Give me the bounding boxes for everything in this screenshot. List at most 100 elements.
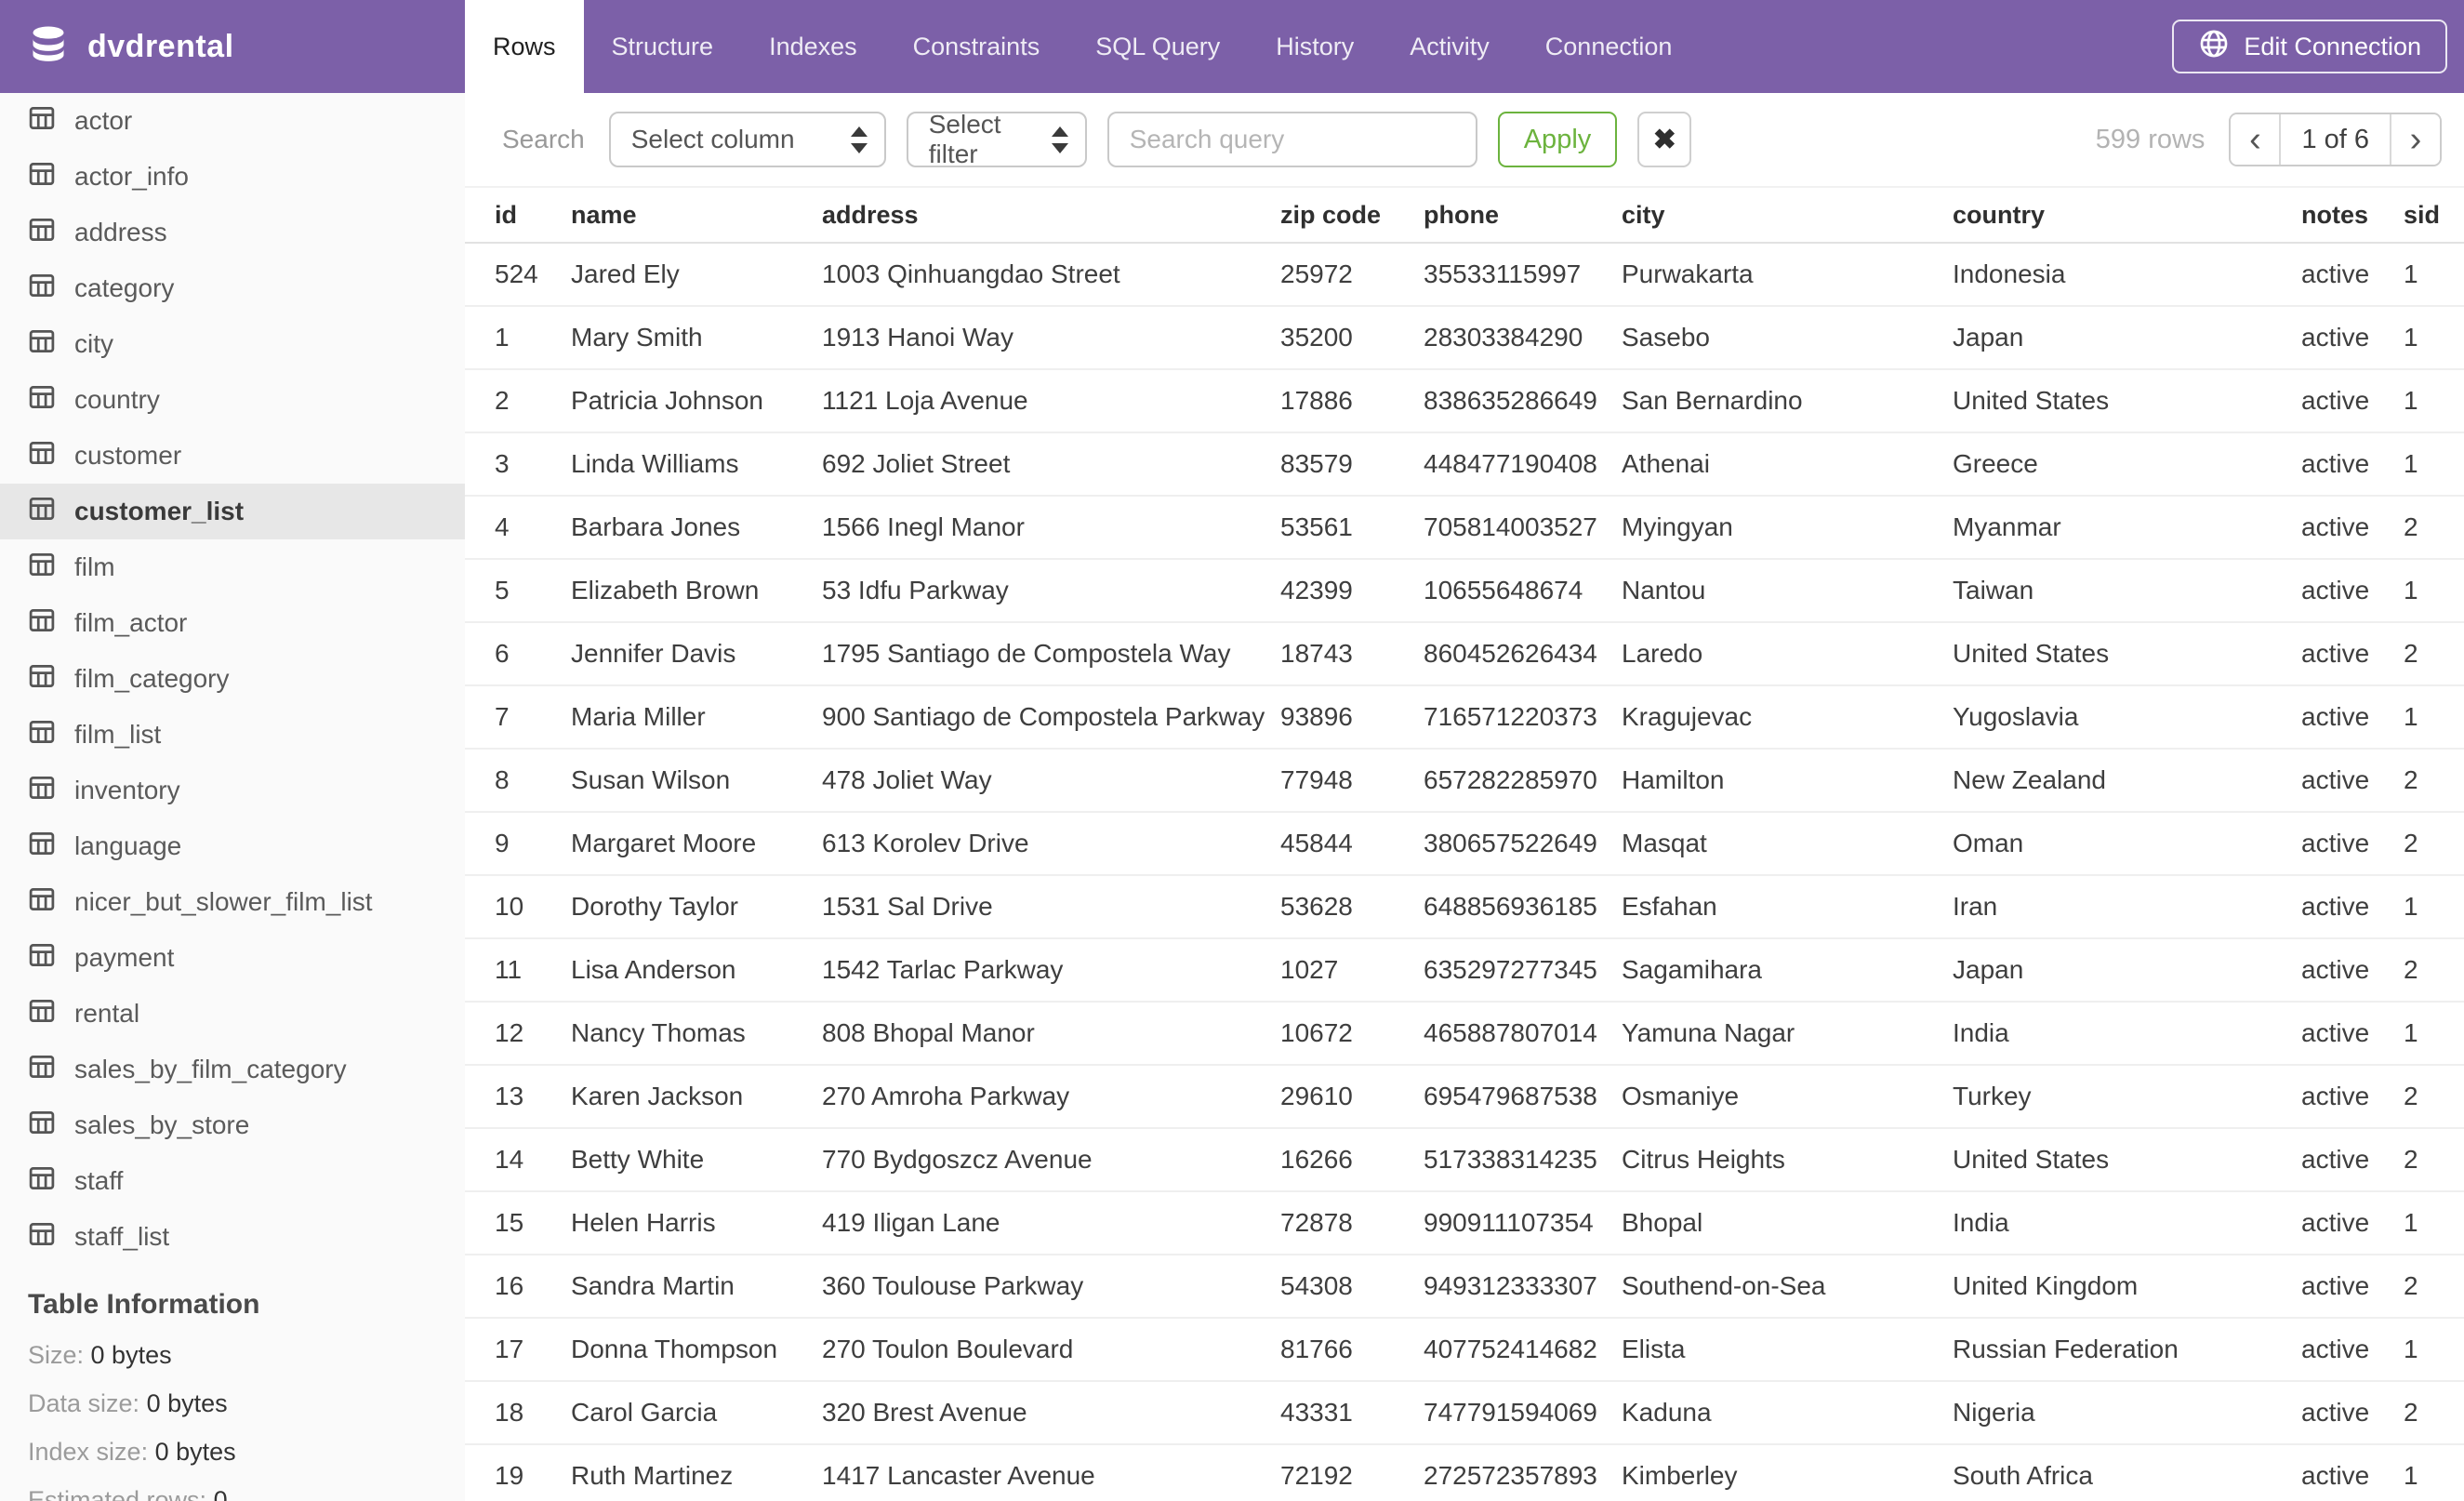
cell-country[interactable]: Iran	[1953, 875, 2301, 939]
table-row[interactable]: 9 Margaret Moore 613 Korolev Drive 45844 380…	[465, 812, 2464, 876]
cell-notes[interactable]: active	[2301, 1002, 2404, 1066]
cell-city[interactable]: Purwakarta	[1622, 243, 1953, 307]
table-row[interactable]: 11 Lisa Anderson 1542 Tarlac Parkway 1027 63…	[465, 938, 2464, 1003]
cell-zip-code[interactable]: 43331	[1280, 1381, 1424, 1445]
cell-name[interactable]: Patricia Johnson	[571, 369, 822, 433]
cell-name[interactable]: Jared Ely	[571, 243, 822, 307]
cell-id[interactable]: 11	[465, 938, 571, 1003]
sidebar-item-rental[interactable]: rental	[0, 986, 465, 1042]
cell-sid[interactable]: 2	[2404, 938, 2464, 1003]
table-row[interactable]: 524 Jared Ely 1003 Qinhuangdao Street 25972…	[465, 243, 2464, 307]
sidebar-item-film-list[interactable]: film_list	[0, 707, 465, 763]
cell-phone[interactable]: 517338314235	[1424, 1128, 1622, 1192]
cell-sid[interactable]: 1	[2404, 432, 2464, 497]
cell-id[interactable]: 7	[465, 685, 571, 750]
cell-phone[interactable]: 838635286649	[1424, 369, 1622, 433]
cell-zip-code[interactable]: 93896	[1280, 685, 1424, 750]
cell-name[interactable]: Sandra Martin	[571, 1255, 822, 1319]
next-page-button[interactable]: ›	[2391, 114, 2440, 165]
previous-page-button[interactable]: ‹	[2231, 114, 2280, 165]
table-row[interactable]: 13 Karen Jackson 270 Amroha Parkway 29610 69…	[465, 1065, 2464, 1129]
cell-phone[interactable]: 695479687538	[1424, 1065, 1622, 1129]
cell-notes[interactable]: active	[2301, 369, 2404, 433]
cell-id[interactable]: 16	[465, 1255, 571, 1319]
cell-address[interactable]: 1566 Inegl Manor	[822, 496, 1280, 560]
cell-id[interactable]: 10	[465, 875, 571, 939]
cell-phone[interactable]: 10655648674	[1424, 559, 1622, 623]
sidebar-item-staff[interactable]: staff	[0, 1153, 465, 1209]
cell-id[interactable]: 15	[465, 1191, 571, 1255]
table-row[interactable]: 15 Helen Harris 419 Iligan Lane 72878 990911…	[465, 1191, 2464, 1255]
cell-city[interactable]: Elista	[1622, 1318, 1953, 1382]
cell-name[interactable]: Lisa Anderson	[571, 938, 822, 1003]
cell-zip-code[interactable]: 16266	[1280, 1128, 1424, 1192]
cell-address[interactable]: 478 Joliet Way	[822, 749, 1280, 813]
cell-zip-code[interactable]: 29610	[1280, 1065, 1424, 1129]
cell-city[interactable]: Laredo	[1622, 622, 1953, 686]
cell-zip-code[interactable]: 17886	[1280, 369, 1424, 433]
table-row[interactable]: 7 Maria Miller 900 Santiago de Compostela …	[465, 685, 2464, 750]
table-row[interactable]: 1 Mary Smith 1913 Hanoi Way 35200 2830338429…	[465, 306, 2464, 370]
cell-address[interactable]: 1795 Santiago de Compostela Way	[822, 622, 1280, 686]
cell-country[interactable]: United Kingdom	[1953, 1255, 2301, 1319]
cell-address[interactable]: 1913 Hanoi Way	[822, 306, 1280, 370]
tab-history[interactable]: History	[1248, 0, 1382, 93]
cell-city[interactable]: Yamuna Nagar	[1622, 1002, 1953, 1066]
cell-name[interactable]: Nancy Thomas	[571, 1002, 822, 1066]
sidebar-item-actor[interactable]: actor	[0, 93, 465, 149]
cell-sid[interactable]: 2	[2404, 1381, 2464, 1445]
cell-notes[interactable]: active	[2301, 1381, 2404, 1445]
cell-address[interactable]: 320 Brest Avenue	[822, 1381, 1280, 1445]
cell-name[interactable]: Carol Garcia	[571, 1381, 822, 1445]
cell-sid[interactable]: 1	[2404, 306, 2464, 370]
tab-rows[interactable]: Rows	[465, 0, 584, 93]
cell-notes[interactable]: active	[2301, 1318, 2404, 1382]
table-row[interactable]: 4 Barbara Jones 1566 Inegl Manor 53561 70581…	[465, 496, 2464, 560]
cell-country[interactable]: Greece	[1953, 432, 2301, 497]
cell-name[interactable]: Barbara Jones	[571, 496, 822, 560]
cell-id[interactable]: 17	[465, 1318, 571, 1382]
cell-name[interactable]: Susan Wilson	[571, 749, 822, 813]
cell-country[interactable]: Taiwan	[1953, 559, 2301, 623]
table-row[interactable]: 12 Nancy Thomas 808 Bhopal Manor 10672 46588…	[465, 1002, 2464, 1066]
cell-zip-code[interactable]: 81766	[1280, 1318, 1424, 1382]
sidebar-item-film-category[interactable]: film_category	[0, 651, 465, 707]
column-header-phone[interactable]: phone	[1424, 186, 1622, 244]
table-row[interactable]: 10 Dorothy Taylor 1531 Sal Drive 53628 64885…	[465, 875, 2464, 939]
apply-button[interactable]: Apply	[1497, 112, 1618, 167]
sidebar-item-address[interactable]: address	[0, 205, 465, 260]
cell-zip-code[interactable]: 35200	[1280, 306, 1424, 370]
cell-phone[interactable]: 716571220373	[1424, 685, 1622, 750]
cell-country[interactable]: India	[1953, 1002, 2301, 1066]
cell-country[interactable]: Myanmar	[1953, 496, 2301, 560]
cell-address[interactable]: 770 Bydgoszcz Avenue	[822, 1128, 1280, 1192]
cell-sid[interactable]: 2	[2404, 812, 2464, 876]
cell-zip-code[interactable]: 53561	[1280, 496, 1424, 560]
cell-phone[interactable]: 949312333307	[1424, 1255, 1622, 1319]
column-header-notes[interactable]: notes	[2301, 186, 2404, 244]
cell-address[interactable]: 1542 Tarlac Parkway	[822, 938, 1280, 1003]
sidebar-item-customer[interactable]: customer	[0, 428, 465, 484]
cell-notes[interactable]: active	[2301, 875, 2404, 939]
cell-id[interactable]: 6	[465, 622, 571, 686]
cell-address[interactable]: 53 Idfu Parkway	[822, 559, 1280, 623]
cell-id[interactable]: 9	[465, 812, 571, 876]
tab-connection[interactable]: Connection	[1517, 0, 1701, 93]
cell-name[interactable]: Helen Harris	[571, 1191, 822, 1255]
filter-select[interactable]: Select filter	[906, 110, 1087, 168]
cell-address[interactable]: 1531 Sal Drive	[822, 875, 1280, 939]
sidebar-item-film-actor[interactable]: film_actor	[0, 595, 465, 651]
cell-zip-code[interactable]: 10672	[1280, 1002, 1424, 1066]
cell-notes[interactable]: active	[2301, 622, 2404, 686]
cell-city[interactable]: San Bernardino	[1622, 369, 1953, 433]
table-row[interactable]: 6 Jennifer Davis 1795 Santiago de Composte…	[465, 622, 2464, 686]
cell-sid[interactable]: 1	[2404, 1002, 2464, 1066]
cell-name[interactable]: Linda Williams	[571, 432, 822, 497]
cell-phone[interactable]: 448477190408	[1424, 432, 1622, 497]
cell-city[interactable]: Sasebo	[1622, 306, 1953, 370]
edit-connection-button[interactable]: Edit Connection	[2172, 20, 2447, 73]
cell-id[interactable]: 4	[465, 496, 571, 560]
cell-sid[interactable]: 1	[2404, 685, 2464, 750]
cell-phone[interactable]: 860452626434	[1424, 622, 1622, 686]
cell-country[interactable]: Yugoslavia	[1953, 685, 2301, 750]
